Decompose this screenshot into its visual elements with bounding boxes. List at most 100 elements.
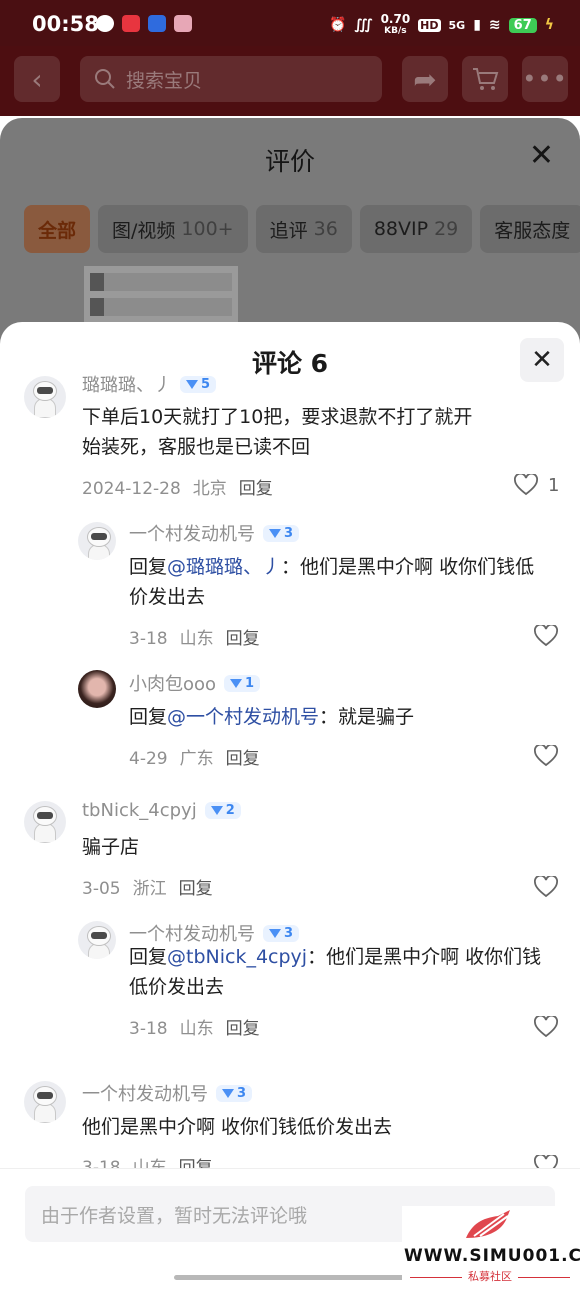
- tab-label: 追评: [269, 219, 308, 242]
- diamond-icon: [269, 928, 281, 938]
- reply-button[interactable]: 回复: [226, 629, 260, 649]
- like-button[interactable]: [534, 625, 558, 647]
- hd-badge: HD: [418, 18, 441, 32]
- reply-button[interactable]: 回复: [179, 879, 213, 899]
- level-badge: 5: [180, 375, 217, 393]
- reply-location: 山东: [179, 1019, 214, 1039]
- reply-item: 一个村发动机号 3 回复@璐璐璐、丿：他们是黑中介啊 收你们钱低价发出去 3-1…: [0, 520, 580, 650]
- diamond-icon: [230, 678, 243, 688]
- reply-text: 回复@tbNick_4cpyj：他们是黑中介啊 收你们钱低价发出去: [129, 942, 549, 1002]
- level-value: 3: [237, 1085, 247, 1101]
- reply-button[interactable]: 回复: [239, 479, 273, 499]
- search-icon: [95, 69, 115, 89]
- more-button[interactable]: •••: [522, 56, 568, 102]
- share-button[interactable]: ➦: [402, 56, 448, 102]
- level-badge: 3: [263, 924, 300, 942]
- cart-button[interactable]: [462, 56, 508, 102]
- review-close-button[interactable]: ✕: [529, 138, 554, 173]
- network-unit: KB/s: [384, 26, 407, 36]
- status-time: 00:58: [32, 12, 99, 36]
- username-text: tbNick_4cpyj: [82, 800, 197, 821]
- signal-icon: ▮: [473, 17, 481, 33]
- watermark-subtitle: 私募社区: [402, 1268, 578, 1284]
- avatar-app-icon: [174, 15, 192, 32]
- reply-username[interactable]: 一个村发动机号 3: [129, 520, 300, 546]
- like-button[interactable]: 1: [514, 474, 559, 496]
- heart-icon: [514, 474, 538, 496]
- like-button[interactable]: [534, 1016, 558, 1038]
- top-nav: ‹ 搜索宝贝 ➦ •••: [0, 46, 580, 116]
- wechat-icon: [96, 15, 114, 32]
- input-placeholder: 由于作者设置，暂时无法评论哦: [41, 1204, 308, 1227]
- level-value: 2: [225, 803, 235, 818]
- review-sheet: 评价 ✕ 全部 图/视频 100+ 追评 36 88VIP 29 客服态度: [0, 118, 580, 348]
- nfc-icon: ∭: [354, 17, 373, 33]
- mention-link[interactable]: @tbNick_4cpyj: [167, 946, 307, 968]
- alarm-icon: ⏰: [328, 17, 347, 33]
- avatar[interactable]: [78, 522, 116, 560]
- comment-meta: 2024-12-28 北京 回复: [82, 474, 273, 499]
- comment-date: 3-18: [82, 1158, 121, 1168]
- avatar[interactable]: [24, 1081, 66, 1123]
- comment-username[interactable]: 一个村发动机号 3: [82, 1080, 253, 1106]
- tab-followup[interactable]: 追评 36: [255, 205, 352, 253]
- network-speed: 0.70: [380, 12, 411, 26]
- baidu-icon: [148, 15, 166, 32]
- tab-label: 客服态度: [494, 219, 571, 242]
- comment-meta: 3-05 浙江 回复: [82, 874, 213, 899]
- comment-text: 下单后10天就打了10把，要求退款不打了就开始装死，客服也是已读不回: [82, 406, 473, 458]
- comment-username[interactable]: tbNick_4cpyj 2: [82, 800, 241, 821]
- level-value: 1: [245, 675, 255, 691]
- tab-label: 图/视频: [112, 219, 176, 242]
- review-image-thumbnail[interactable]: [84, 266, 238, 330]
- tab-all[interactable]: 全部: [24, 205, 91, 253]
- reply-button[interactable]: 回复: [179, 1158, 213, 1168]
- username-text: 小肉包ooo: [129, 674, 217, 695]
- watermark-logo-icon: [466, 1210, 510, 1238]
- reply-date: 3-18: [129, 629, 168, 649]
- like-button[interactable]: [534, 876, 558, 898]
- heart-icon: [534, 876, 558, 898]
- reply-date: 4-29: [129, 749, 168, 769]
- chevron-left-icon: ‹: [31, 62, 43, 96]
- comment-item: 一个村发动机号 3 他们是黑中介啊 收你们钱低价发出去 3-18 山东 回复: [0, 1080, 580, 1168]
- tab-media[interactable]: 图/视频 100+: [98, 205, 248, 253]
- reply-item: 一个村发动机号 3 回复@tbNick_4cpyj：他们是黑中介啊 收你们钱低价…: [0, 920, 580, 1050]
- reply-prefix: 回复: [129, 706, 168, 728]
- watermark: WWW.SIMU001.CN 私募社区: [402, 1206, 580, 1289]
- reply-location: 山东: [179, 629, 214, 649]
- avatar[interactable]: [24, 801, 66, 843]
- comment-list[interactable]: 璐璐璐、丿 5 下单后10天就打了10把，要求退款不打了就开始装死，客服也是已读…: [0, 370, 580, 1168]
- comment-username[interactable]: 璐璐璐、丿 5: [82, 371, 217, 397]
- reply-text: 回复@一个村发动机号：就是骗子: [129, 702, 549, 732]
- home-indicator[interactable]: [174, 1275, 406, 1280]
- diamond-icon: [186, 379, 198, 389]
- search-input[interactable]: 搜索宝贝: [80, 56, 382, 102]
- comment-location: 山东: [132, 1158, 167, 1168]
- reply-button[interactable]: 回复: [226, 749, 260, 769]
- comment-meta: 3-18 山东 回复: [82, 1153, 213, 1168]
- back-button[interactable]: ‹: [14, 56, 60, 102]
- reply-username[interactable]: 小肉包ooo 1: [129, 670, 261, 696]
- avatar[interactable]: [78, 921, 116, 959]
- tab-count: 100+: [181, 218, 234, 240]
- tab-service[interactable]: 客服态度: [480, 205, 580, 253]
- heart-icon: [534, 1155, 558, 1168]
- watermark-site: WWW.SIMU001.CN: [404, 1246, 580, 1266]
- mention-link[interactable]: @璐璐璐、丿: [167, 556, 281, 578]
- avatar[interactable]: [78, 670, 116, 708]
- avatar[interactable]: [24, 376, 66, 418]
- heart-icon: [534, 625, 558, 647]
- mention-link[interactable]: @一个村发动机号: [167, 706, 319, 728]
- heart-icon: [534, 745, 558, 767]
- like-button[interactable]: [534, 745, 558, 767]
- review-title: 评价: [264, 147, 315, 176]
- comment-location: 北京: [192, 479, 227, 499]
- reply-button[interactable]: 回复: [226, 1019, 260, 1039]
- tab-88vip[interactable]: 88VIP 29: [359, 205, 473, 253]
- diamond-icon: [222, 1088, 234, 1098]
- diamond-icon: [269, 528, 281, 538]
- like-button[interactable]: [534, 1155, 558, 1168]
- charging-icon: ϟ: [544, 17, 554, 33]
- wifi-icon: ≋: [488, 17, 501, 33]
